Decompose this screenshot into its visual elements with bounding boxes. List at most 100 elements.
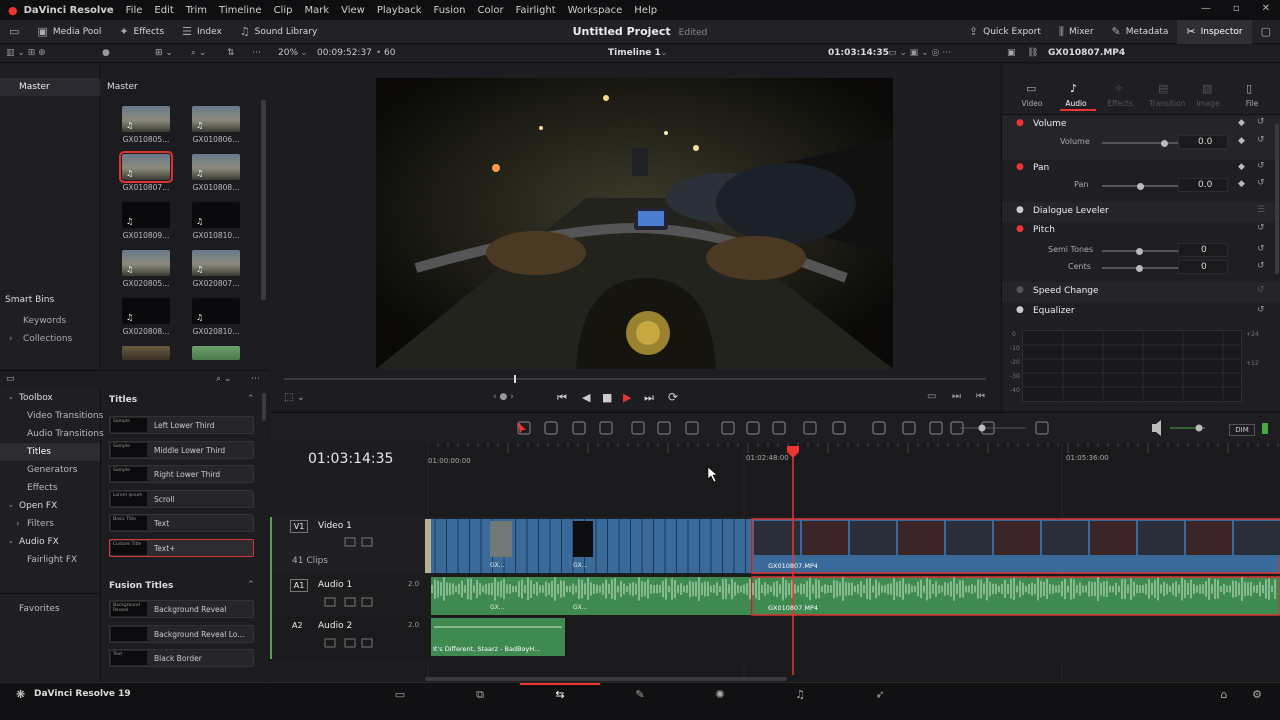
menu-timeline[interactable]: Timeline xyxy=(213,5,268,16)
selected-audio-clip[interactable] xyxy=(751,576,1280,616)
collections-bin[interactable]: Collections xyxy=(23,334,72,344)
media-scrollbar[interactable] xyxy=(261,100,266,300)
media-clip-thumbnail[interactable]: ♫ xyxy=(119,151,173,183)
title-preset[interactable]: Lorem ipsum Scroll xyxy=(109,489,254,508)
mixer-button[interactable]: ⫼ Mixer xyxy=(1050,25,1103,39)
edit-page-icon[interactable]: ⇆ xyxy=(550,688,570,701)
volume-slider-knob[interactable] xyxy=(1195,424,1203,432)
audiofx-item[interactable]: Audio FX xyxy=(19,537,59,547)
scrubber-playhead[interactable] xyxy=(514,375,516,383)
favorites-item[interactable]: Favorites xyxy=(19,604,60,614)
collapse-icon[interactable]: ⌃ xyxy=(247,394,255,404)
menu-help[interactable]: Help xyxy=(628,5,663,16)
chevron-right-icon[interactable]: › xyxy=(9,334,13,344)
equalizer-section[interactable]: ● Equalizer ↺ xyxy=(1002,302,1280,322)
media-clip-thumbnail[interactable]: ♫ xyxy=(192,106,240,132)
a1-track-id[interactable]: A1 xyxy=(290,579,308,592)
speed-change-section[interactable]: ● Speed Change ↺ xyxy=(1002,282,1280,302)
tab-transition[interactable]: Transition xyxy=(1149,99,1185,108)
cents-slider[interactable] xyxy=(1102,264,1178,272)
reset-icon[interactable]: ↺ xyxy=(1257,117,1265,127)
stop-icon[interactable]: ■ xyxy=(602,391,612,404)
menu-clip[interactable]: Clip xyxy=(268,5,299,16)
zoom-level[interactable]: 20% xyxy=(278,48,298,58)
master-bin[interactable]: Master xyxy=(19,82,50,92)
filters-item[interactable]: Filters xyxy=(27,519,54,529)
search-icon[interactable]: ⌕ ⌄ xyxy=(216,374,231,384)
reset-icon[interactable]: ↺ xyxy=(1257,244,1265,254)
panel-layout-icon[interactable]: ▥ ⌄ ⊞ ⊕ xyxy=(6,48,46,58)
tab-video[interactable]: Video xyxy=(1017,99,1047,108)
media-clip-thumbnail[interactable]: ♫ xyxy=(192,250,240,276)
media-clip-thumbnail[interactable]: ♫ xyxy=(122,298,170,324)
reset-icon[interactable]: ↺ xyxy=(1257,285,1265,295)
menu-view[interactable]: View xyxy=(335,5,371,16)
dim-button[interactable]: DIM xyxy=(1229,424,1255,436)
timeline-timecode[interactable]: 01:03:14:35 xyxy=(308,451,393,467)
title-preset[interactable]: Sample Right Lower Third xyxy=(109,465,254,484)
match-frame-icon[interactable]: ▭ xyxy=(927,391,936,402)
toolbox-item[interactable]: Toolbox xyxy=(19,393,53,403)
crop-tool-icon[interactable]: ⬚ ⌄ xyxy=(284,392,305,403)
audiofx-chevron-icon[interactable]: ⌄ xyxy=(8,537,14,545)
v1-track-id[interactable]: V1 xyxy=(290,520,308,533)
media-page-icon[interactable]: ▭ xyxy=(390,688,410,701)
reset-icon[interactable]: ↺ xyxy=(1257,135,1265,145)
pitch-enable-icon[interactable]: ● xyxy=(1016,224,1024,234)
media-clip-thumbnail[interactable]: ♫ xyxy=(122,106,170,132)
viewer-options-icon[interactable]: ▭ ⌄ ▣ ⌄ ◎ ⋯ xyxy=(888,48,951,58)
toolbox-chevron-icon[interactable]: ⌄ xyxy=(8,393,14,401)
inspector-button[interactable]: ✂ Inspector xyxy=(1177,19,1252,44)
keyframe-icon[interactable]: ◆ xyxy=(1238,179,1245,189)
tab-file[interactable]: File xyxy=(1237,99,1267,108)
fusion-page-icon[interactable]: ✎ xyxy=(630,688,650,701)
reset-icon[interactable]: ↺ xyxy=(1257,305,1265,315)
sound-library-button[interactable]: ♫ Sound Library xyxy=(231,25,327,38)
timeline-dropdown-icon[interactable]: ⌄ xyxy=(660,48,668,58)
tab-effects[interactable]: Effects xyxy=(1105,99,1135,108)
media-clip-thumbnail[interactable]: ♫ xyxy=(192,298,240,324)
media-clip-thumbnail[interactable]: ♫ xyxy=(192,154,240,180)
menu-mark[interactable]: Mark xyxy=(298,5,335,16)
reset-icon[interactable]: ↺ xyxy=(1257,223,1265,233)
reset-icon[interactable]: ↺ xyxy=(1257,178,1265,188)
volume-value[interactable]: 0.0 xyxy=(1198,137,1212,147)
media-clip-thumbnail[interactable] xyxy=(192,346,240,360)
cents-knob[interactable] xyxy=(1136,264,1143,272)
fairlight-fx-item[interactable]: Fairlight FX xyxy=(27,555,77,565)
cut-page-icon[interactable]: ⧉ xyxy=(470,688,490,702)
video-transitions-item[interactable]: Video Transitions xyxy=(27,411,103,421)
collapse-icon[interactable]: ⌃ xyxy=(247,580,255,590)
pan-slider-knob[interactable] xyxy=(1136,182,1144,190)
close-icon[interactable]: ✕ xyxy=(1262,3,1270,14)
go-to-start-icon[interactable]: ⏮ xyxy=(557,391,567,405)
title-preset[interactable]: Text Black Border xyxy=(109,649,254,668)
reverse-play-icon[interactable]: ◀ xyxy=(582,391,590,404)
settings-gear-icon[interactable]: ⚙ xyxy=(1247,688,1267,701)
maximize-icon[interactable]: ▫ xyxy=(1233,3,1240,14)
title-preset[interactable]: Background Reveal Background Reveal xyxy=(109,600,254,618)
effects-scrollbar[interactable] xyxy=(262,393,266,421)
menu-workspace[interactable]: Workspace xyxy=(562,5,629,16)
title-preset[interactable]: Sample Left Lower Third xyxy=(109,416,254,434)
prev-edit-icon[interactable]: ⏮ xyxy=(976,391,985,402)
fairlight-page-icon[interactable]: ♫ xyxy=(790,688,810,701)
deliver-page-icon[interactable]: ➶ xyxy=(870,688,890,701)
keyframe-icon[interactable]: ◆ xyxy=(1238,162,1245,172)
pan-slider[interactable] xyxy=(1102,182,1178,190)
more-options-icon[interactable]: ⋯ xyxy=(252,48,261,58)
minimize-icon[interactable]: — xyxy=(1201,3,1211,14)
titles-item[interactable]: Titles xyxy=(27,447,51,457)
timeline-scrollbar[interactable] xyxy=(425,677,787,681)
equalizer-graph[interactable] xyxy=(1022,330,1243,403)
title-preset[interactable]: Background Reveal Lo... xyxy=(109,624,254,643)
effects-button[interactable]: ✦ Effects xyxy=(110,25,173,38)
equalizer-enable-icon[interactable]: ● xyxy=(1016,305,1024,315)
video-frame[interactable] xyxy=(376,78,893,369)
chevron-down-icon[interactable]: ⌄ xyxy=(300,48,308,58)
media-clip-thumbnail[interactable]: ♫ xyxy=(122,250,170,276)
viewer-timecode[interactable]: 01:03:14:35 xyxy=(828,48,889,58)
menu-fusion[interactable]: Fusion xyxy=(427,5,471,16)
thumbnail-view-icon[interactable]: ⊞ ⌄ xyxy=(155,48,173,58)
media-pool-button[interactable]: ▣ Media Pool xyxy=(28,25,110,38)
